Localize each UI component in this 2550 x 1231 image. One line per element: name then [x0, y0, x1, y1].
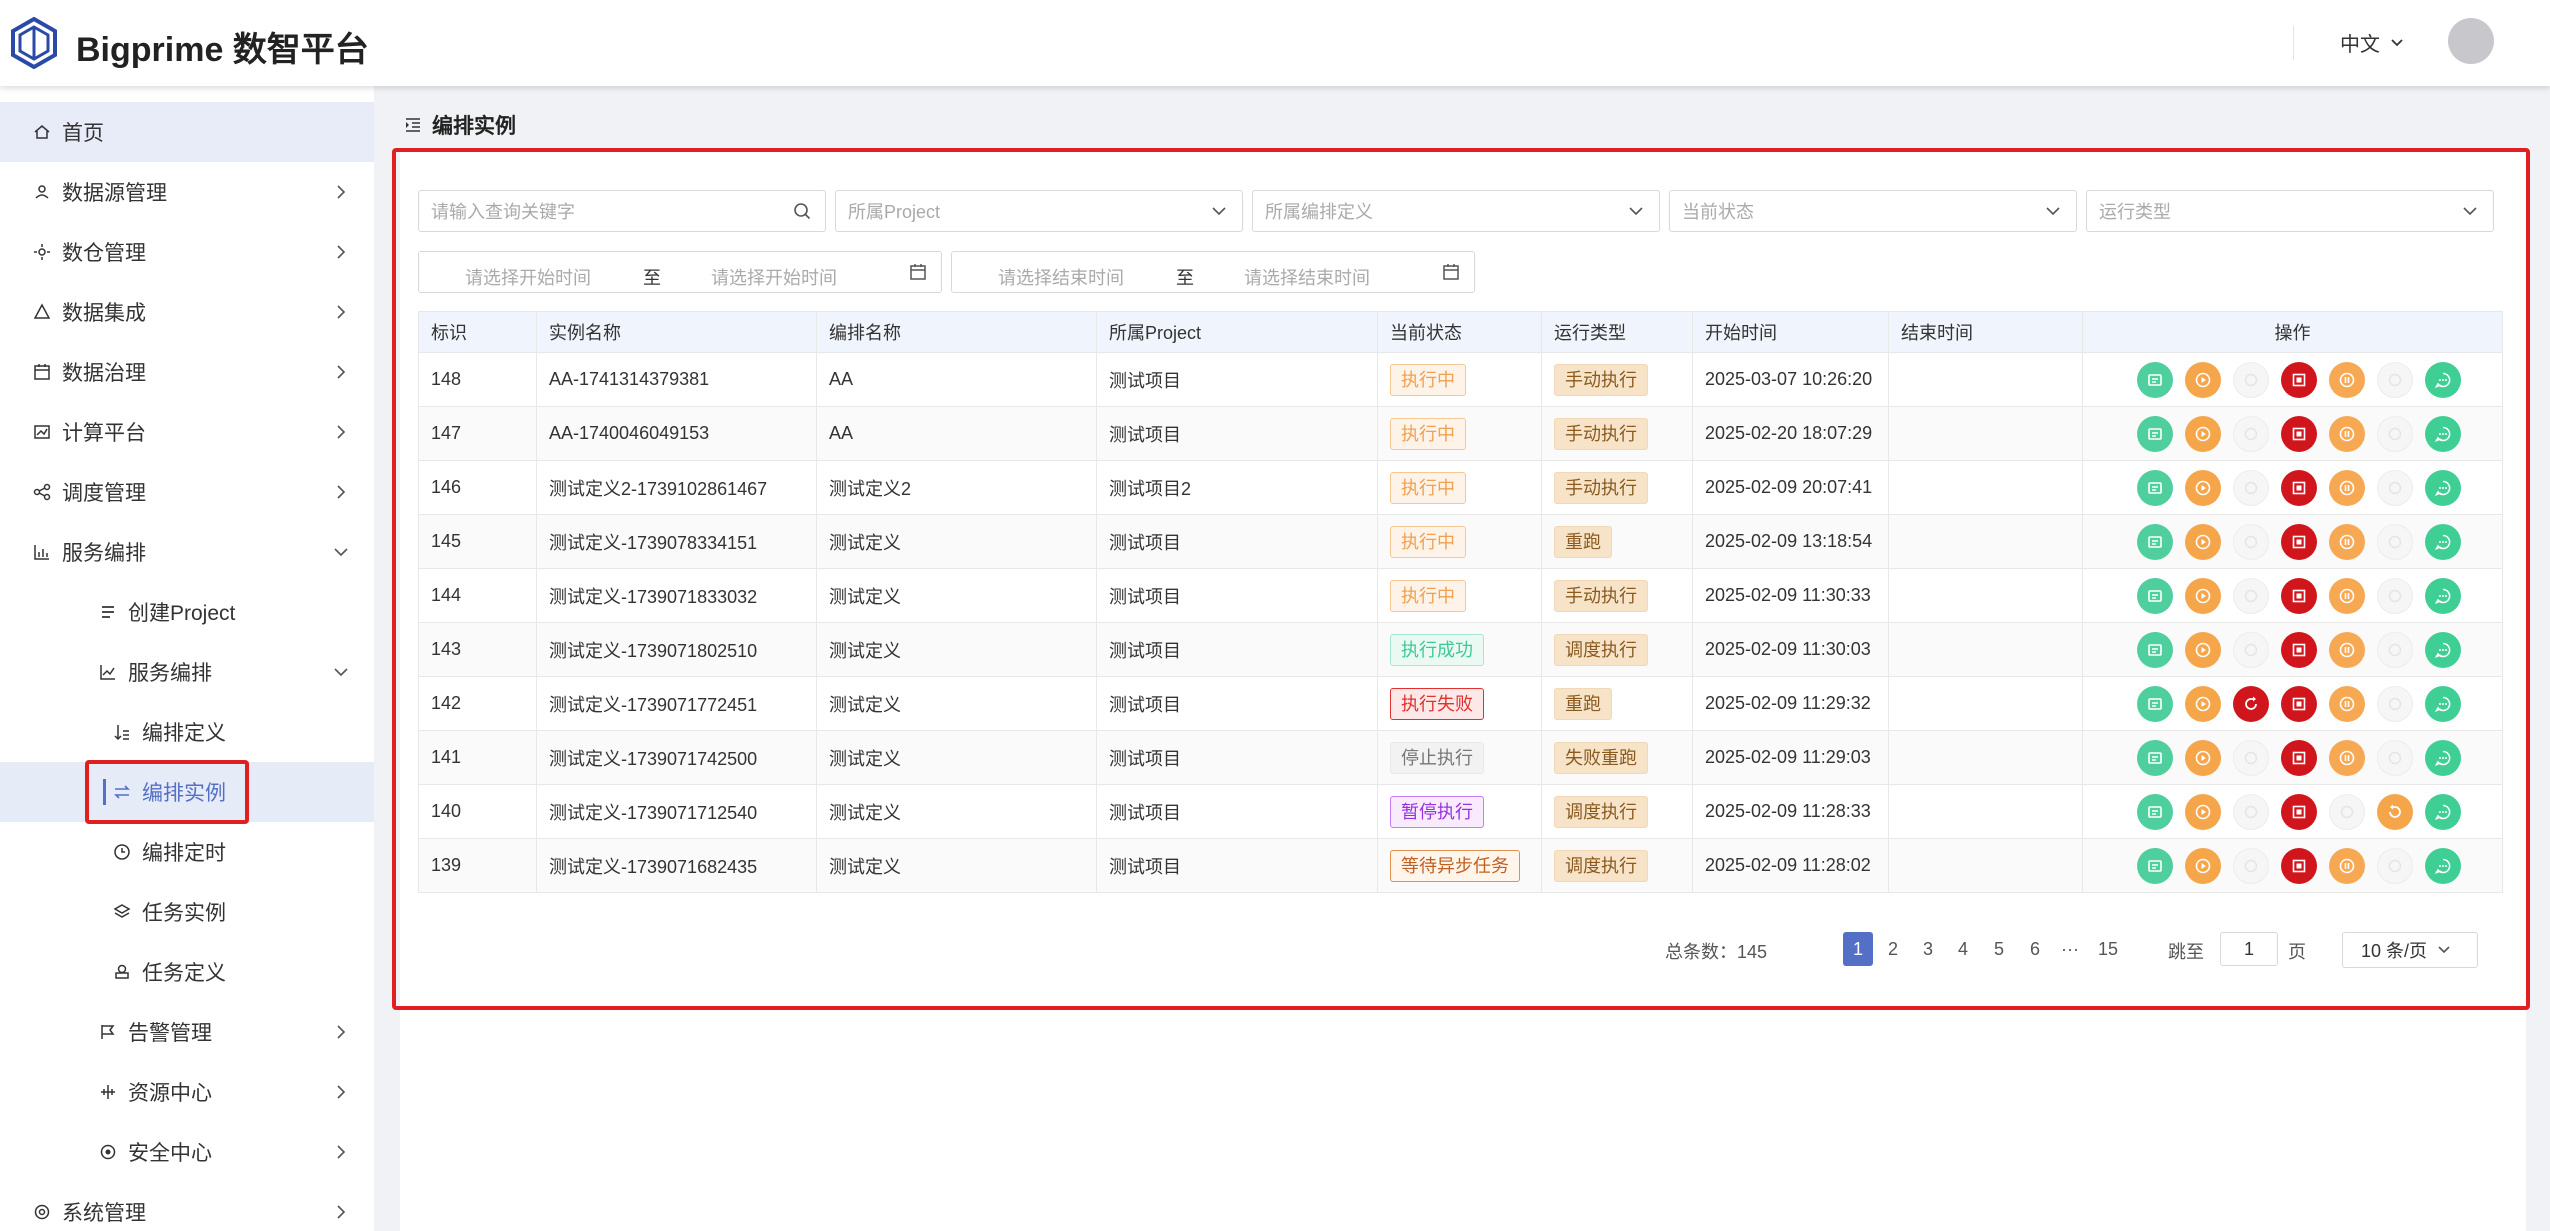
- integration-icon: [32, 302, 52, 322]
- chevron-right-icon: [337, 1205, 346, 1219]
- page-1[interactable]: 1: [1843, 932, 1873, 966]
- app-title: Bigprime 数智平台: [76, 31, 369, 69]
- sidebar-item-label: 资源中心: [128, 1082, 212, 1105]
- sidebar-item-label: 计算平台: [62, 422, 146, 445]
- sidebar-item-label: 服务编排: [128, 662, 212, 685]
- sidebar-item-label: 告警管理: [128, 1022, 212, 1045]
- sidebar-item-label: 编排定义: [142, 722, 226, 745]
- header-divider: [2293, 26, 2294, 60]
- page-size-value: 10 条/页: [2361, 941, 2428, 961]
- sidebar-item-sub-orchestration[interactable]: 服务编排: [0, 642, 374, 702]
- sidebar-item-label: 创建Project: [128, 602, 236, 625]
- sidebar-item-label: 系统管理: [62, 1202, 146, 1225]
- warehouse-icon: [32, 242, 52, 262]
- jump-value: 1: [2243, 938, 2254, 959]
- sidebar-item-schedule[interactable]: 调度管理: [0, 462, 374, 522]
- top-header: Bigprime 数智平台 中文: [0, 0, 2550, 86]
- page-unit: 页: [2288, 942, 2306, 962]
- chevron-right-icon: [337, 305, 346, 319]
- sidebar-item-task-definition[interactable]: 任务定义: [0, 942, 374, 1002]
- sidebar-item-integration[interactable]: 数据集成: [0, 282, 374, 342]
- sidebar-item-create-project[interactable]: 创建Project: [0, 582, 374, 642]
- sidebar-item-definition[interactable]: 编排定义: [0, 702, 374, 762]
- sidebar-item-label: 调度管理: [62, 482, 146, 505]
- schedule-icon: [32, 482, 52, 502]
- logo-icon: [11, 17, 57, 69]
- chevron-right-icon: [337, 185, 346, 199]
- language-label: 中文: [2340, 34, 2380, 56]
- menu-indent-icon: [406, 118, 420, 132]
- sidebar-item-security[interactable]: 安全中心: [0, 1122, 374, 1182]
- sort-icon: [112, 722, 132, 742]
- stamp-icon: [112, 962, 132, 982]
- chevron-down-icon: [334, 668, 348, 677]
- sidebar-item-datasource[interactable]: 数据源管理: [0, 162, 374, 222]
- sidebar-item-label: 数据治理: [62, 362, 146, 385]
- page-title: 编排实例: [404, 110, 516, 140]
- sidebar-item-label: 任务定义: [142, 962, 226, 985]
- page-6[interactable]: 6: [2020, 932, 2050, 966]
- resource-icon: [98, 1082, 118, 1102]
- datasource-icon: [32, 182, 52, 202]
- page-ellipsis[interactable]: ···: [2055, 932, 2085, 966]
- sidebar-item-system[interactable]: 系统管理: [0, 1182, 374, 1231]
- chevron-right-icon: [337, 1025, 346, 1039]
- avatar[interactable]: [2448, 18, 2494, 64]
- chevron-down-icon: [2391, 38, 2403, 46]
- governance-icon: [32, 362, 52, 382]
- page-2[interactable]: 2: [1878, 932, 1908, 966]
- sidebar-item-governance[interactable]: 数据治理: [0, 342, 374, 402]
- gear-icon: [32, 1202, 52, 1222]
- sidebar-item-label: 编排定时: [142, 842, 226, 865]
- flag-icon: [98, 1022, 118, 1042]
- chevron-down-icon: [2438, 946, 2450, 954]
- clock-icon: [112, 842, 132, 862]
- sidebar-item-label: 服务编排: [62, 542, 146, 565]
- sidebar-item-label: 数据集成: [62, 302, 146, 325]
- sidebar: 首页 数据源管理 数仓管理 数据集成 数据治理 计算平台 调度管理 服务编排 创…: [0, 86, 374, 1231]
- security-icon: [98, 1142, 118, 1162]
- language-switch[interactable]: 中文: [2340, 28, 2404, 57]
- chevron-down-icon: [334, 548, 348, 557]
- page-15[interactable]: 15: [2093, 932, 2123, 966]
- chevron-right-icon: [337, 245, 346, 259]
- sidebar-item-orchestration[interactable]: 服务编排: [0, 522, 374, 582]
- total-count: 总条数：145: [1665, 942, 1768, 962]
- chevron-right-icon: [337, 425, 346, 439]
- sidebar-item-label: 安全中心: [128, 1142, 212, 1165]
- highlight-box-content: [392, 148, 2530, 1010]
- sidebar-item-label: 首页: [62, 122, 104, 145]
- sidebar-item-timer[interactable]: 编排定时: [0, 822, 374, 882]
- jump-input[interactable]: 1: [2220, 932, 2278, 966]
- sidebar-item-label: 数仓管理: [62, 242, 146, 265]
- page-5[interactable]: 5: [1984, 932, 2014, 966]
- chevron-right-icon: [337, 365, 346, 379]
- home-icon: [32, 122, 52, 142]
- page-4[interactable]: 4: [1948, 932, 1978, 966]
- highlight-box-menu: [85, 760, 249, 824]
- page-title-text: 编排实例: [432, 115, 516, 138]
- compute-icon: [32, 422, 52, 442]
- chart-icon: [32, 542, 52, 562]
- sidebar-item-alarm[interactable]: 告警管理: [0, 1002, 374, 1062]
- chevron-right-icon: [337, 1145, 346, 1159]
- page-3[interactable]: 3: [1913, 932, 1943, 966]
- page-size-select[interactable]: 10 条/页: [2342, 932, 2478, 968]
- line-chart-icon: [98, 662, 118, 682]
- chevron-right-icon: [337, 1085, 346, 1099]
- jump-label: 跳至: [2168, 942, 2204, 962]
- sidebar-item-label: 任务实例: [142, 902, 226, 925]
- sidebar-item-task-instance[interactable]: 任务实例: [0, 882, 374, 942]
- layers-icon: [112, 902, 132, 922]
- sidebar-item-compute[interactable]: 计算平台: [0, 402, 374, 462]
- sidebar-item-label: 数据源管理: [62, 182, 167, 205]
- list-icon: [98, 602, 118, 622]
- sidebar-item-warehouse[interactable]: 数仓管理: [0, 222, 374, 282]
- chevron-right-icon: [337, 485, 346, 499]
- sidebar-item-home[interactable]: 首页: [0, 102, 374, 162]
- sidebar-item-resource[interactable]: 资源中心: [0, 1062, 374, 1122]
